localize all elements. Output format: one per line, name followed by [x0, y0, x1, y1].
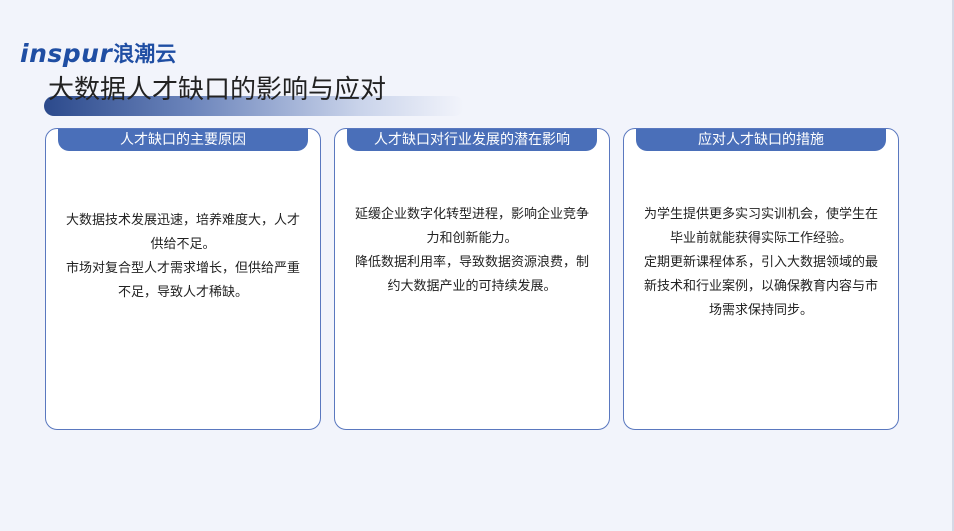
- card-paragraph: 延缓企业数字化转型进程，影响企业竞争力和创新能力。: [354, 207, 589, 246]
- card-paragraph: 降低数据利用率，导致数据资源浪费，制约大数据产业的可持续发展。: [354, 255, 589, 294]
- card-paragraph: 大数据技术发展迅速，培养难度大，人才供给不足。: [65, 213, 300, 252]
- card-body: 为学生提供更多实习实训机会，使学生在毕业前就能获得实际工作经验。 定期更新课程体…: [638, 203, 884, 323]
- card-body: 大数据技术发展迅速，培养难度大，人才供给不足。 市场对复合型人才需求增长，但供给…: [60, 209, 306, 305]
- title-area: 大数据人才缺口的影响与应对: [44, 72, 464, 116]
- card-header: 人才缺口的主要原因: [58, 129, 308, 151]
- card-paragraph: 为学生提供更多实习实训机会，使学生在毕业前就能获得实际工作经验。: [643, 207, 878, 246]
- card-header: 人才缺口对行业发展的潜在影响: [347, 129, 597, 151]
- card-paragraph: 市场对复合型人才需求增长，但供给严重不足，导致人才稀缺。: [65, 261, 300, 300]
- card-measures: 应对人才缺口的措施 为学生提供更多实习实训机会，使学生在毕业前就能获得实际工作经…: [623, 128, 899, 430]
- page-title: 大数据人才缺口的影响与应对: [48, 75, 387, 105]
- card-header: 应对人才缺口的措施: [636, 129, 886, 151]
- card-body: 延缓企业数字化转型进程，影响企业竞争力和创新能力。 降低数据利用率，导致数据资源…: [349, 203, 595, 299]
- card-causes: 人才缺口的主要原因 大数据技术发展迅速，培养难度大，人才供给不足。 市场对复合型…: [45, 128, 321, 430]
- card-paragraph: 定期更新课程体系，引入大数据领域的最新技术和行业案例，以确保教育内容与市场需求保…: [643, 255, 878, 318]
- inspur-logo: inspur 浪潮云: [20, 38, 176, 68]
- logo-text-cn: 浪潮云: [113, 42, 177, 66]
- card-impact: 人才缺口对行业发展的潜在影响 延缓企业数字化转型进程，影响企业竞争力和创新能力。…: [334, 128, 610, 430]
- logo-text-en: inspur: [20, 39, 113, 68]
